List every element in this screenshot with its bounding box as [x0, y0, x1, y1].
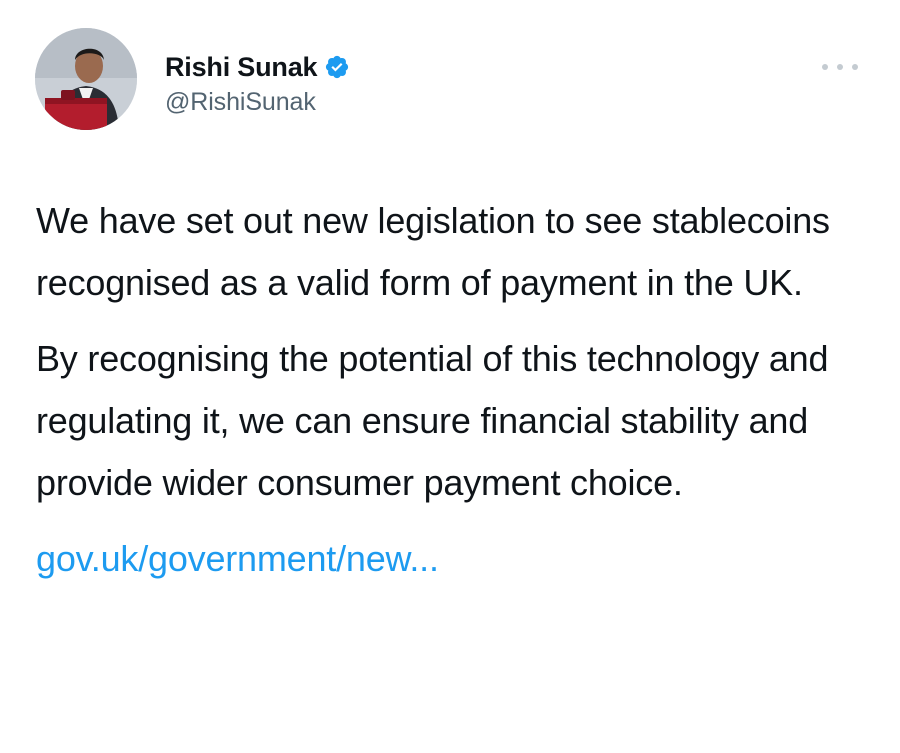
- display-name[interactable]: Rishi Sunak: [165, 52, 318, 83]
- more-horizontal-icon[interactable]: [822, 60, 858, 74]
- tweet-paragraph: By recognising the potential of this tec…: [36, 338, 829, 503]
- author-names: Rishi Sunak @RishiSunak: [165, 50, 350, 117]
- profile-photo: [35, 28, 137, 130]
- display-name-row: Rishi Sunak: [165, 50, 350, 84]
- verified-badge-icon: [324, 54, 350, 80]
- tweet-body: We have set out new legislation to see s…: [36, 190, 866, 590]
- tweet-header: Rishi Sunak @RishiSunak: [0, 0, 900, 150]
- handle[interactable]: @RishiSunak: [165, 88, 350, 117]
- tweet-card: Rishi Sunak @RishiSunak We have set out …: [0, 0, 900, 753]
- avatar[interactable]: [35, 28, 137, 130]
- more-dot: [852, 64, 858, 70]
- more-dot: [822, 64, 828, 70]
- tweet-paragraph: We have set out new legislation to see s…: [36, 200, 830, 303]
- tweet-link[interactable]: gov.uk/government/new...: [36, 528, 866, 590]
- more-dot: [837, 64, 843, 70]
